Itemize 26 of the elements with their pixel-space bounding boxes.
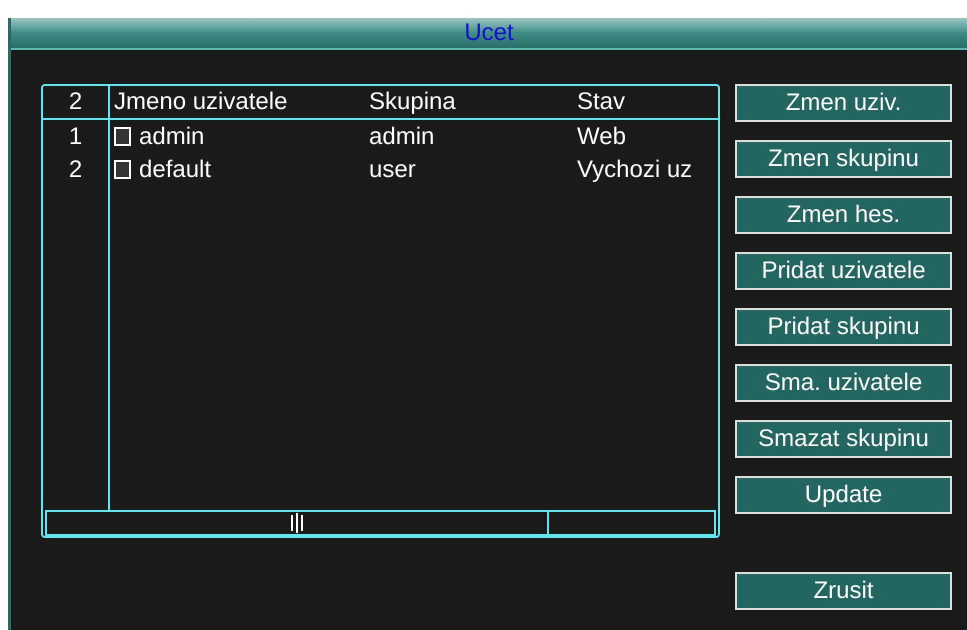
action-button[interactable]: Sma. uzivatele [735,364,952,402]
header-cell: 2 [43,86,110,118]
checkbox[interactable] [114,127,131,146]
table-cell-text: 2 [68,154,84,184]
grip-icon [290,513,304,533]
cancel-button[interactable]: Zrusit [735,572,952,610]
action-button[interactable]: Zmen skupinu [735,140,952,178]
header-cell-text: Skupina [368,88,457,116]
action-button[interactable]: Update [735,476,952,514]
window-title: Ucet [464,19,514,47]
action-button[interactable]: Zmen uziv. [735,84,952,122]
table-cell: admin [139,122,204,150]
checkbox[interactable] [114,160,131,179]
action-button[interactable]: Pridat skupinu [735,308,952,346]
table-cell-text: 1 [68,122,84,152]
table-cell-text: Vychozi uz [576,156,694,184]
horizontal-scrollbar[interactable] [45,510,716,536]
action-button[interactable]: Pridat uzivatele [735,252,952,290]
table-cell-text: Web [576,122,627,150]
action-button[interactable]: Zmen hes. [735,196,952,234]
table-cell-text: user [368,156,417,184]
table-cell: default [139,156,212,184]
header-cell-text: Jmeno uzivatele [113,88,288,116]
table-cell-text: admin [368,122,436,150]
header-cell-text: Stav [576,88,626,116]
action-button[interactable]: Smazat skupinu [735,420,952,458]
